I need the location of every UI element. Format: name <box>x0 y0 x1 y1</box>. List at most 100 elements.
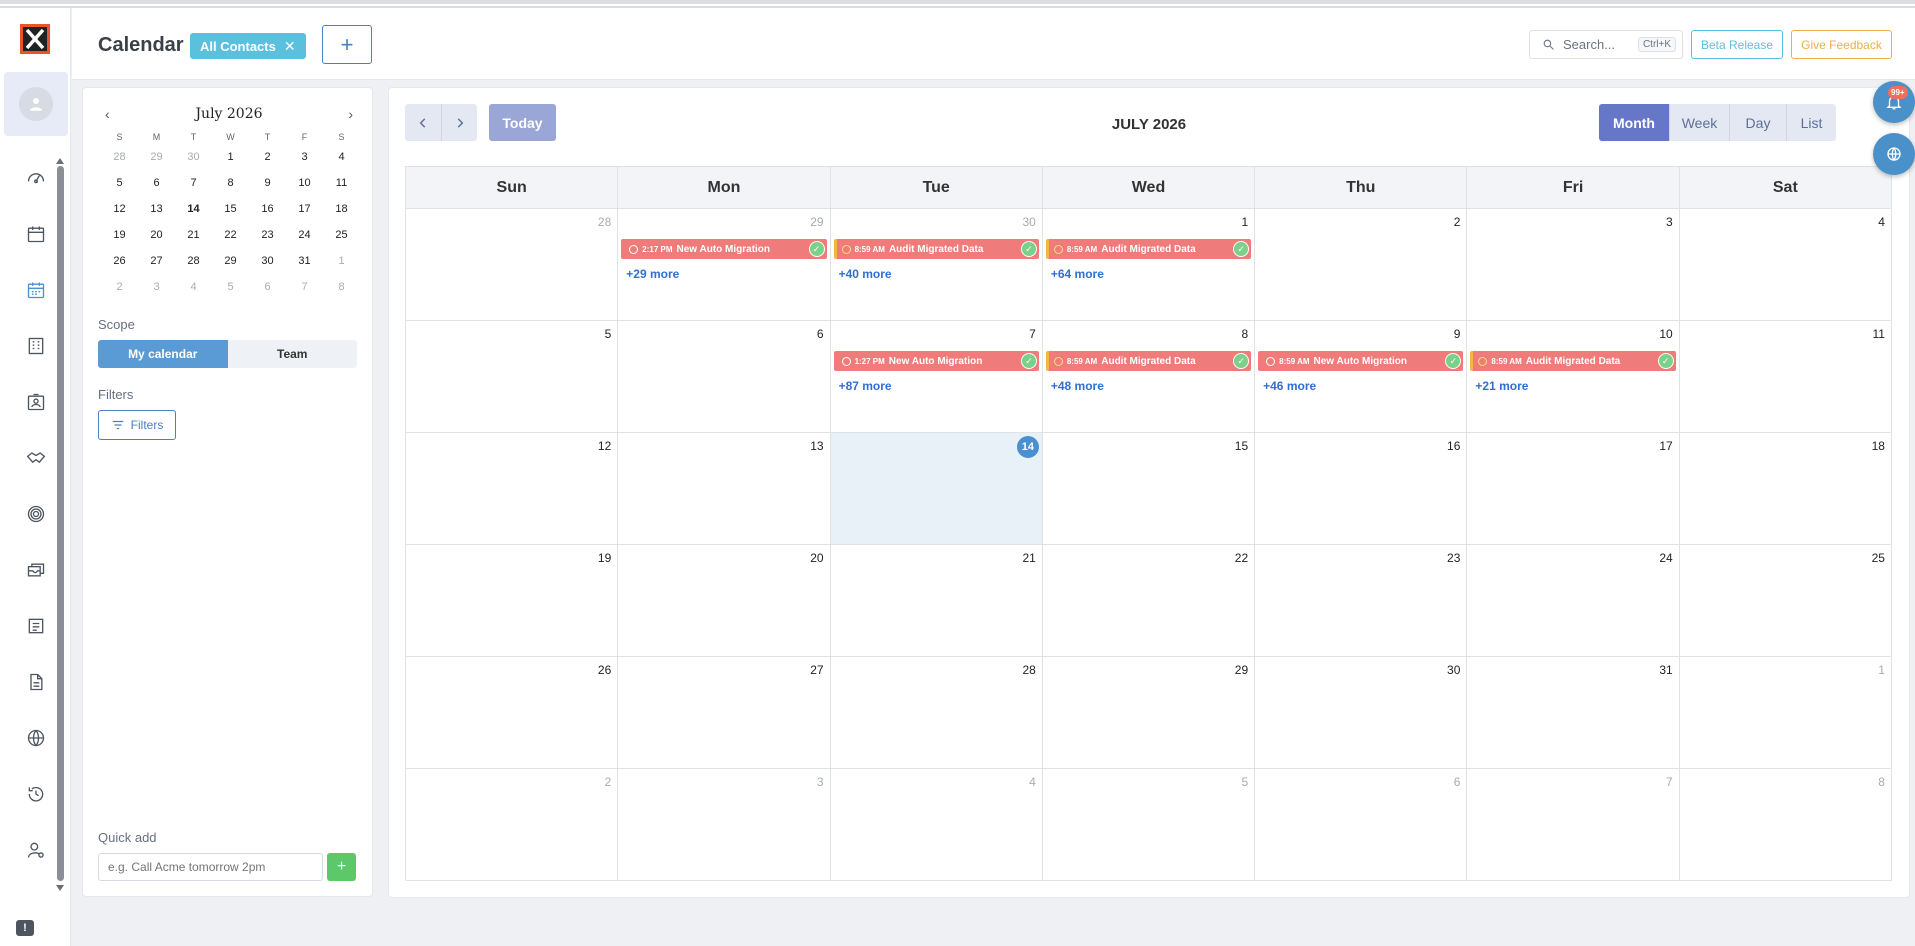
day-cell[interactable]: 12 <box>406 433 619 544</box>
mini-day[interactable]: 26 <box>101 255 138 267</box>
mini-day[interactable]: 23 <box>249 229 286 241</box>
day-cell[interactable]: 21 <box>831 545 1043 656</box>
day-cell[interactable]: 30 <box>1255 657 1468 768</box>
mini-day[interactable]: 11 <box>323 177 360 189</box>
close-icon[interactable]: ✕ <box>284 38 296 55</box>
feedback-icon[interactable]: ! <box>16 920 34 936</box>
sidebar-scrollbar[interactable] <box>56 158 64 891</box>
mini-day[interactable]: 9 <box>249 177 286 189</box>
calendar-icon[interactable] <box>24 222 48 246</box>
mini-day[interactable]: 7 <box>175 177 212 189</box>
day-cell[interactable]: 2 <box>1255 209 1468 320</box>
more-events-link[interactable]: +64 more <box>1051 267 1104 281</box>
scroll-up-arrow-icon[interactable] <box>56 158 64 164</box>
mini-day[interactable]: 4 <box>175 281 212 293</box>
mini-day[interactable]: 19 <box>101 229 138 241</box>
day-cell[interactable]: 1 <box>1680 657 1891 768</box>
mini-day[interactable]: 3 <box>286 151 323 163</box>
team-button[interactable]: Team <box>227 340 357 368</box>
check-circle-icon[interactable]: ✓ <box>1657 353 1674 369</box>
quick-add-button[interactable]: + <box>327 853 356 881</box>
day-cell[interactable]: 20 <box>618 545 831 656</box>
day-cell[interactable]: 5 <box>1043 769 1256 880</box>
mini-next-month-button[interactable]: › <box>348 106 353 122</box>
calendar-event[interactable]: 1:27 PM New Auto Migration ✓ <box>833 351 1039 371</box>
mini-day[interactable]: 8 <box>323 281 360 293</box>
day-cell[interactable]: 29 <box>1043 657 1256 768</box>
more-events-link[interactable]: +87 more <box>839 379 892 393</box>
my-calendar-button[interactable]: My calendar <box>98 340 228 368</box>
day-cell[interactable]: 26 <box>406 657 619 768</box>
more-events-link[interactable]: +40 more <box>839 267 892 281</box>
mini-day[interactable]: 27 <box>138 255 175 267</box>
day-cell[interactable]: 18 <box>1680 433 1891 544</box>
check-circle-icon[interactable]: ✓ <box>1233 353 1250 369</box>
handshake-icon[interactable] <box>24 446 48 470</box>
mini-day[interactable]: 2 <box>249 151 286 163</box>
check-circle-icon[interactable]: ✓ <box>808 241 825 257</box>
day-cell[interactable]: 8 <box>1680 769 1891 880</box>
search-input[interactable]: Search... Ctrl+K <box>1529 30 1683 59</box>
inbox-icon[interactable] <box>24 558 48 582</box>
mini-day[interactable]: 6 <box>249 281 286 293</box>
day-cell[interactable]: 9 8:59 AM New Auto Migration ✓ +46 more <box>1255 321 1468 432</box>
beta-release-button[interactable]: Beta Release <box>1691 30 1783 59</box>
mini-day[interactable]: 31 <box>286 255 323 267</box>
day-cell[interactable]: 19 <box>406 545 619 656</box>
day-cell[interactable]: 10 8:59 AM Audit Migrated Data ✓ +21 more <box>1467 321 1680 432</box>
view-day-button[interactable]: Day <box>1729 104 1786 141</box>
form-icon[interactable] <box>24 614 48 638</box>
day-cell[interactable]: 17 <box>1467 433 1680 544</box>
day-cell[interactable]: 15 <box>1043 433 1256 544</box>
mini-day[interactable]: 18 <box>323 203 360 215</box>
day-cell[interactable]: 4 <box>831 769 1043 880</box>
history-icon[interactable] <box>24 782 48 806</box>
day-cell[interactable]: 28 <box>406 209 619 320</box>
mini-day[interactable]: 3 <box>138 281 175 293</box>
mini-day[interactable]: 21 <box>175 229 212 241</box>
day-cell[interactable]: 24 <box>1467 545 1680 656</box>
mini-day[interactable]: 17 <box>286 203 323 215</box>
day-cell[interactable]: 31 <box>1467 657 1680 768</box>
contact-card-icon[interactable] <box>24 390 48 414</box>
day-cell[interactable]: 3 <box>1467 209 1680 320</box>
mini-day[interactable]: 8 <box>212 177 249 189</box>
day-cell[interactable]: 7 <box>1467 769 1680 880</box>
day-cell[interactable]: 25 <box>1680 545 1891 656</box>
mini-day[interactable]: 7 <box>286 281 323 293</box>
mini-day[interactable]: 10 <box>286 177 323 189</box>
mini-day[interactable]: 28 <box>175 255 212 267</box>
mini-day[interactable]: 15 <box>212 203 249 215</box>
more-events-link[interactable]: +21 more <box>1475 379 1528 393</box>
calendar-event[interactable]: 8:59 AM Audit Migrated Data ✓ <box>833 239 1039 259</box>
day-cell[interactable]: 7 1:27 PM New Auto Migration ✓ +87 more <box>831 321 1043 432</box>
document-icon[interactable] <box>24 670 48 694</box>
mini-day[interactable]: 1 <box>212 151 249 163</box>
mini-day[interactable]: 16 <box>249 203 286 215</box>
day-cell[interactable]: 13 <box>618 433 831 544</box>
language-button[interactable] <box>1873 133 1915 175</box>
more-events-link[interactable]: +48 more <box>1051 379 1104 393</box>
mini-day[interactable]: 13 <box>138 203 175 215</box>
check-circle-icon[interactable]: ✓ <box>1020 241 1037 257</box>
day-cell[interactable]: 3 <box>618 769 831 880</box>
building-icon[interactable] <box>24 334 48 358</box>
mini-day[interactable]: 12 <box>101 203 138 215</box>
view-month-button[interactable]: Month <box>1599 104 1669 141</box>
check-circle-icon[interactable]: ✓ <box>1233 241 1250 257</box>
mini-day[interactable]: 5 <box>212 281 249 293</box>
filters-button[interactable]: Filters <box>98 410 176 440</box>
day-cell[interactable]: 6 <box>618 321 831 432</box>
day-cell[interactable]: 8 8:59 AM Audit Migrated Data ✓ +48 more <box>1043 321 1256 432</box>
mini-day[interactable]: 30 <box>249 255 286 267</box>
user-settings-icon[interactable] <box>24 838 48 862</box>
day-cell[interactable]: 16 <box>1255 433 1468 544</box>
globe-icon[interactable] <box>24 726 48 750</box>
day-cell[interactable]: 14 <box>830 433 1043 544</box>
mini-day[interactable]: 4 <box>323 151 360 163</box>
mini-day[interactable]: 29 <box>138 151 175 163</box>
dashboard-icon[interactable] <box>24 166 48 190</box>
add-event-button[interactable]: + <box>322 25 372 64</box>
scroll-down-arrow-icon[interactable] <box>56 885 64 891</box>
check-circle-icon[interactable]: ✓ <box>1020 353 1037 369</box>
